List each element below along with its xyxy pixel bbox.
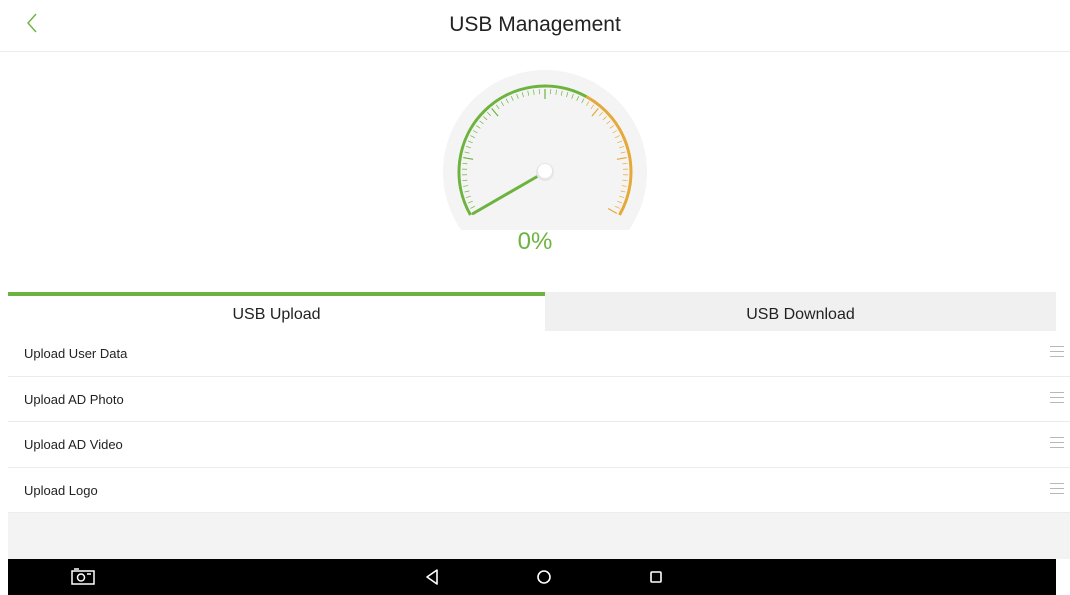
gauge-hub-center <box>538 164 552 178</box>
list-item-upload-user-data[interactable]: Upload User Data <box>8 331 1070 377</box>
list-item-label: Upload User Data <box>24 346 128 361</box>
usb-management-screen: USB Management 0% USB Upload USB Downloa… <box>0 0 1070 595</box>
screenshot-button[interactable] <box>63 559 103 595</box>
list-item-upload-ad-photo[interactable]: Upload AD Photo <box>8 376 1070 422</box>
progress-gauge <box>435 70 655 230</box>
menu-icon <box>1050 437 1064 449</box>
recents-square-icon <box>650 571 662 583</box>
list-item-label: Upload AD Video <box>24 437 123 452</box>
tab-usb-upload[interactable]: USB Upload <box>8 292 545 331</box>
menu-icon <box>1050 482 1064 495</box>
list-item-label: Upload Logo <box>24 482 98 498</box>
list-item-label: Upload AD Photo <box>24 391 124 407</box>
page-title: USB Management <box>449 13 621 36</box>
tab-bar: USB Upload USB Download <box>8 292 1056 331</box>
upload-options-list: Upload User Data Upload AD Photo Upload … <box>8 331 1070 513</box>
content-background <box>8 513 1070 559</box>
progress-percent-label: 0% <box>517 228 553 255</box>
android-nav-bar <box>8 559 1056 595</box>
home-circle-icon <box>537 570 551 584</box>
screenshot-icon <box>71 568 95 585</box>
menu-icon <box>1050 391 1064 404</box>
nav-home-button[interactable] <box>524 559 564 595</box>
nav-recents-button[interactable] <box>636 559 676 595</box>
tab-usb-download[interactable]: USB Download <box>545 292 1056 331</box>
menu-icon <box>1050 346 1064 358</box>
nav-back-button[interactable] <box>412 559 452 595</box>
list-item-upload-ad-video[interactable]: Upload AD Video <box>8 422 1070 468</box>
list-item-upload-logo[interactable]: Upload Logo <box>8 467 1070 513</box>
app-header: USB Management <box>0 0 1070 52</box>
back-triangle-icon <box>426 569 438 585</box>
